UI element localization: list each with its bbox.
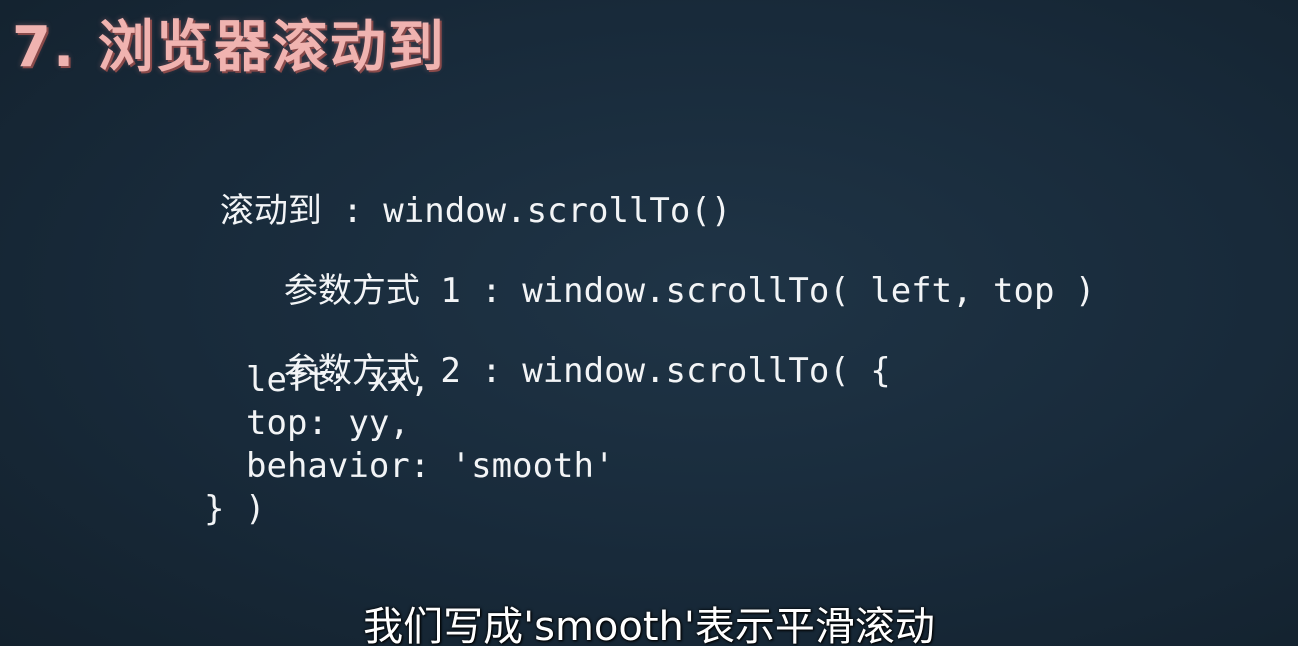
video-subtitle: 我们写成'smooth'表示平滑滚动: [363, 604, 935, 646]
param2-close-line: } ): [204, 489, 266, 529]
param2-top-line: top: yy,: [246, 403, 410, 443]
param2-left-line: left: xx,: [246, 360, 431, 400]
slide-title: 7. 浏览器滚动到: [12, 15, 446, 80]
slide: 7. 浏览器滚动到 滚动到 : window.scrollTo() 参数方式 1…: [0, 0, 1298, 646]
param1-code: 1 : window.scrollTo( left, top ): [419, 271, 1096, 311]
main-line-code: : window.scrollTo(): [321, 191, 732, 231]
main-line-prefix: 滚动到: [219, 191, 322, 231]
param2-code: 2 : window.scrollTo( {: [419, 351, 891, 391]
param2-behavior-line: behavior: 'smooth': [246, 446, 615, 486]
param1-prefix: 参数方式: [283, 271, 420, 311]
